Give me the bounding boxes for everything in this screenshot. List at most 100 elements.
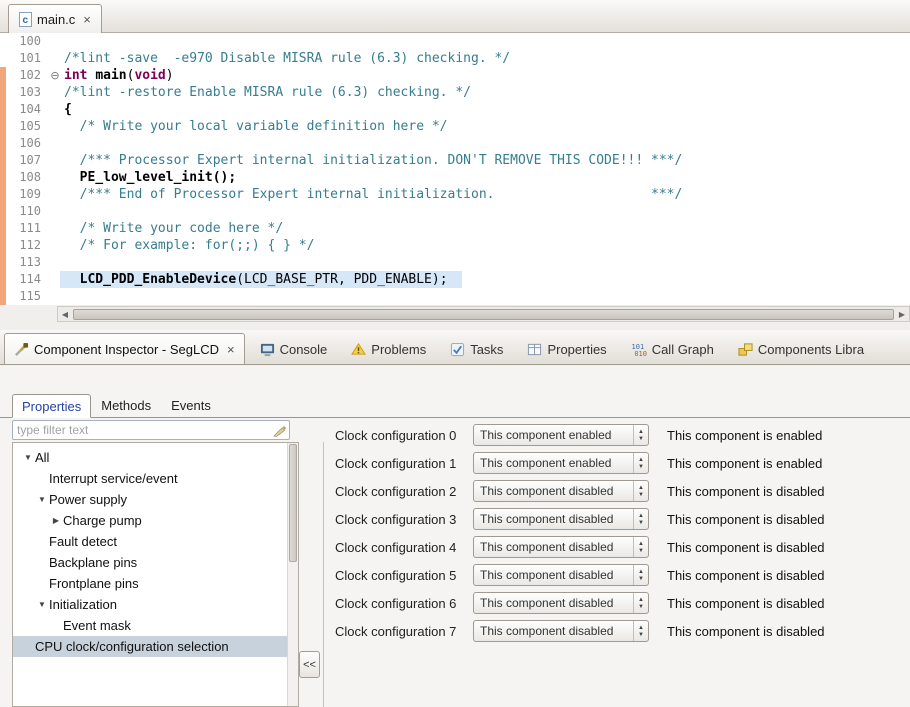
code-line-112[interactable]: 112 /* For example: for(;;) { } */ [0, 237, 910, 254]
expanded-arrow-icon[interactable]: ▼ [35, 600, 49, 609]
view-tab-component-inspector-seglcd[interactable]: Component Inspector - SegLCD × [4, 333, 245, 364]
spinner-down-icon[interactable]: ▼ [638, 520, 644, 526]
line-number: 113 [19, 255, 41, 269]
collapse-panel-button[interactable]: << [299, 651, 320, 678]
view-tab-console[interactable]: Console [251, 334, 337, 364]
view-tab-label: Components Libra [757, 341, 865, 357]
spinner-up-icon[interactable]: ▲ [638, 597, 644, 603]
code-text: PE_low_level_init(); [64, 170, 237, 185]
expanded-arrow-icon[interactable]: ▼ [21, 453, 35, 462]
clock-config-4-spinner[interactable]: This component disabled ▲ ▼ [473, 536, 649, 558]
spinner-value: This component enabled [480, 456, 612, 470]
clock-config-2-spinner[interactable]: This component disabled ▲ ▼ [473, 480, 649, 502]
clock-config-7-spinner[interactable]: This component disabled ▲ ▼ [473, 620, 649, 642]
spinner-up-icon[interactable]: ▲ [638, 457, 644, 463]
clock-config-3-spinner[interactable]: This component disabled ▲ ▼ [473, 508, 649, 530]
property-status: This component is enabled [667, 455, 823, 471]
components-library-icon [738, 342, 753, 357]
spinner-up-icon[interactable]: ▲ [638, 513, 644, 519]
tree-item-cpu-clock-configuration-selection[interactable]: CPU clock/configuration selection [13, 636, 298, 657]
code-editor[interactable]: 100 101 /*lint -save -e970 Disable MISRA r… [0, 33, 910, 305]
tree-item-interrupt-service-event[interactable]: Interrupt service/event [13, 468, 298, 489]
code-line-110[interactable]: 110 [0, 203, 910, 220]
collapsed-arrow-icon[interactable]: ▶ [49, 516, 63, 525]
code-line-101[interactable]: 101 /*lint -save -e970 Disable MISRA rule… [0, 50, 910, 67]
tree-item-frontplane-pins[interactable]: Frontplane pins [13, 573, 298, 594]
property-status: This component is disabled [667, 539, 825, 555]
code-line-115[interactable]: 115 [0, 288, 910, 305]
code-line-102[interactable]: 102 ⊖ int main(void) [0, 67, 910, 84]
code-line-114[interactable]: 114 LCD_PDD_EnableDevice(LCD_BASE_PTR, P… [0, 271, 910, 288]
scroll-left-icon[interactable]: ◀ [58, 310, 72, 319]
line-number: 111 [19, 221, 41, 235]
tree-item-initialization[interactable]: ▼ Initialization [13, 594, 298, 615]
spinner-up-icon[interactable]: ▲ [638, 569, 644, 575]
spinner-arrows: ▲ ▼ [633, 425, 648, 445]
spinner-up-icon[interactable]: ▲ [638, 429, 644, 435]
tree-item-charge-pump[interactable]: ▶ Charge pump [13, 510, 298, 531]
code-text: /* Write your local variable definition … [64, 119, 448, 134]
code-line-105[interactable]: 105 /* Write your local variable definit… [0, 118, 910, 135]
code-line-103[interactable]: 103 /*lint -restore Enable MISRA rule (6.… [0, 84, 910, 101]
scrollbar-thumb[interactable] [73, 308, 894, 320]
property-row: Clock configuration 6 This component disa… [335, 589, 905, 617]
code-line-113[interactable]: 113 [0, 254, 910, 271]
code-text: { [64, 102, 72, 117]
close-icon[interactable]: × [83, 12, 91, 27]
clock-config-0-spinner[interactable]: This component enabled ▲ ▼ [473, 424, 649, 446]
view-tab-call-graph[interactable]: 101 010 Call Graph [622, 334, 723, 364]
spinner-down-icon[interactable]: ▼ [638, 604, 644, 610]
spinner-up-icon[interactable]: ▲ [638, 541, 644, 547]
code-line-106[interactable]: 106 [0, 135, 910, 152]
code-line-108[interactable]: 108 PE_low_level_init(); [0, 169, 910, 186]
view-tab-tasks[interactable]: Tasks [441, 334, 512, 364]
tree-item-all[interactable]: ▼ All [13, 447, 298, 468]
clock-config-1-spinner[interactable]: This component enabled ▲ ▼ [473, 452, 649, 474]
view-tab-label: Tasks [470, 341, 504, 357]
line-number: 114 [19, 272, 41, 286]
editor-tab-main-c[interactable]: c main.c × [8, 4, 102, 33]
view-tab-problems[interactable]: Problems [342, 334, 435, 364]
tree-item-power-supply[interactable]: ▼ Power supply [13, 489, 298, 510]
code-line-109[interactable]: 109 /*** End of Processor Expert interna… [0, 186, 910, 203]
editor-horizontal-scrollbar[interactable]: ◀ ▶ [57, 306, 910, 322]
tree-item-fault-detect[interactable]: Fault detect [13, 531, 298, 552]
spinner-down-icon[interactable]: ▼ [638, 548, 644, 554]
code-line-111[interactable]: 111 /* Write your code here */ [0, 220, 910, 237]
code-line-107[interactable]: 107 /*** Processor Expert internal initi… [0, 152, 910, 169]
code-text: /*** End of Processor Expert internal in… [64, 187, 683, 202]
clock-config-5-spinner[interactable]: This component disabled ▲ ▼ [473, 564, 649, 586]
tab-events[interactable]: Events [161, 393, 221, 417]
spinner-up-icon[interactable]: ▲ [638, 485, 644, 491]
tab-methods[interactable]: Methods [91, 393, 161, 417]
spinner-up-icon[interactable]: ▲ [638, 625, 644, 631]
tree-item-event-mask[interactable]: Event mask [13, 615, 298, 636]
fold-collapse-icon[interactable]: ⊖ [46, 67, 64, 84]
scroll-right-icon[interactable]: ▶ [895, 310, 909, 319]
filter-clear-icon[interactable] [271, 423, 289, 437]
expanded-arrow-icon[interactable]: ▼ [35, 495, 49, 504]
spinner-down-icon[interactable]: ▼ [638, 464, 644, 470]
view-tab-components-libra[interactable]: Components Libra [729, 334, 873, 364]
tree-item-backplane-pins[interactable]: Backplane pins [13, 552, 298, 573]
view-tab-properties[interactable]: Properties [518, 334, 615, 364]
spinner-down-icon[interactable]: ▼ [638, 632, 644, 638]
vertical-sash[interactable] [323, 442, 324, 707]
filter-input[interactable] [13, 423, 271, 437]
close-icon[interactable]: × [227, 342, 235, 357]
view-tab-label: Call Graph [651, 341, 714, 357]
tree-vertical-scrollbar[interactable] [287, 443, 298, 706]
scrollbar-thumb[interactable] [289, 444, 297, 562]
spinner-down-icon[interactable]: ▼ [638, 436, 644, 442]
clock-config-6-spinner[interactable]: This component disabled ▲ ▼ [473, 592, 649, 614]
horizontal-sash[interactable] [0, 322, 910, 330]
code-line-100[interactable]: 100 [0, 33, 910, 50]
tab-properties[interactable]: Properties [12, 394, 92, 418]
spinner-down-icon[interactable]: ▼ [638, 492, 644, 498]
code-line-104[interactable]: 104 { [0, 101, 910, 118]
spinner-arrows: ▲ ▼ [633, 537, 648, 557]
spinner-down-icon[interactable]: ▼ [638, 576, 644, 582]
